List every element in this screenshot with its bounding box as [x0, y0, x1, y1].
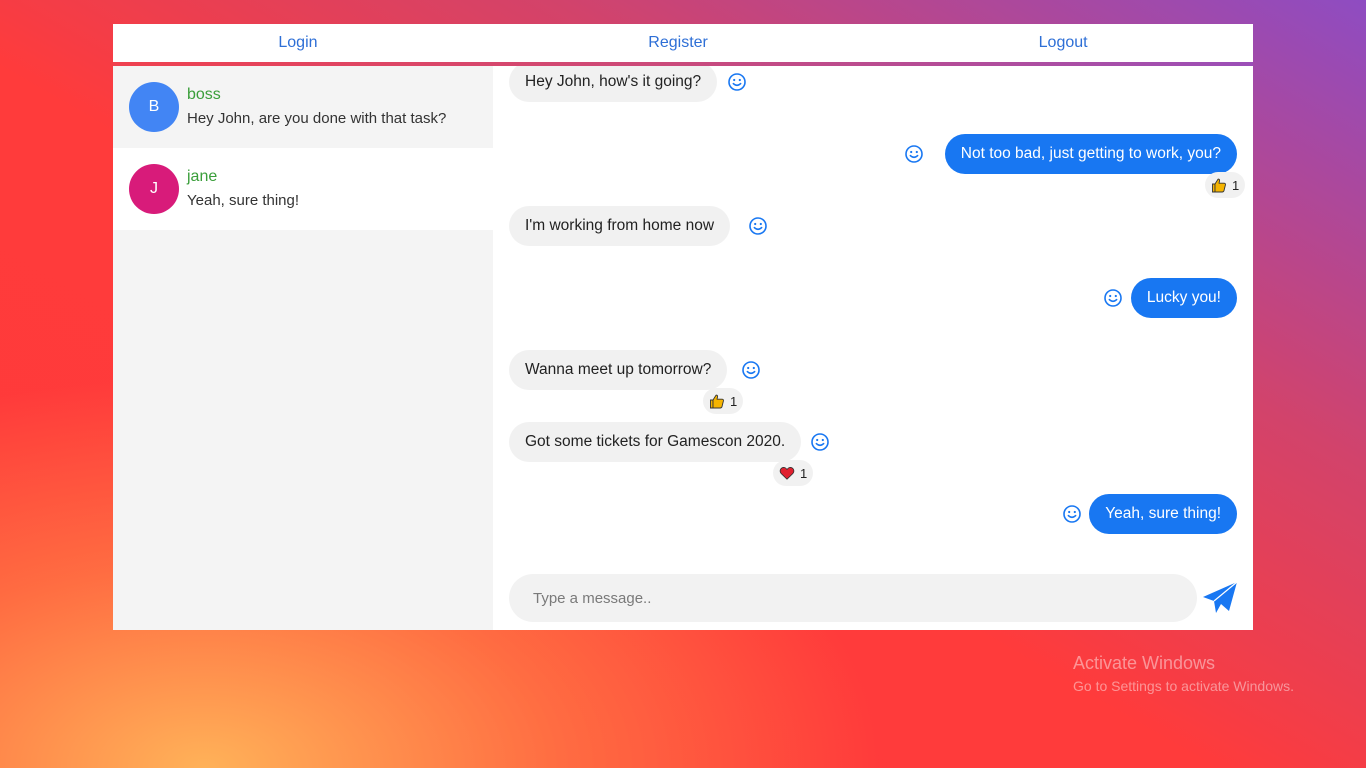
add-reaction-icon[interactable] — [810, 432, 830, 452]
message-bubble-outgoing: Lucky you! — [1130, 278, 1237, 318]
add-reaction-icon[interactable] — [748, 216, 768, 236]
contact-preview: Yeah, sure thing! — [187, 192, 300, 209]
message-bubble-incoming: Wanna meet up tomorrow? — [509, 350, 728, 390]
heart-icon — [779, 467, 795, 480]
reaction-badge[interactable]: 1 — [773, 460, 814, 486]
contact-item-jane[interactable]: J jane Yeah, sure thing! — [113, 148, 493, 230]
register-link[interactable]: Register — [648, 34, 708, 52]
reaction-count: 1 — [1232, 177, 1240, 193]
contact-name: boss — [187, 86, 221, 103]
add-reaction-icon[interactable] — [1103, 288, 1123, 308]
reaction-badge[interactable]: 1 — [1205, 172, 1246, 198]
reaction-count: 1 — [730, 393, 738, 409]
add-reaction-icon[interactable] — [1062, 504, 1082, 524]
contacts-sidebar: B boss Hey John, are you done with that … — [113, 66, 493, 630]
add-reaction-icon[interactable] — [727, 72, 747, 92]
watermark-subtitle: Go to Settings to activate Windows. — [1073, 678, 1294, 694]
avatar: J — [129, 164, 179, 214]
message-input[interactable] — [509, 574, 1197, 622]
thumbs-up-icon — [710, 394, 724, 409]
logout-link[interactable]: Logout — [1039, 34, 1088, 52]
watermark-title: Activate Windows — [1073, 653, 1216, 673]
contact-item-boss[interactable]: B boss Hey John, are you done with that … — [113, 66, 493, 148]
windows-activation-watermark: Activate Windows Go to Settings to activ… — [1073, 652, 1294, 696]
message-bubble-incoming: Hey John, how's it going? — [509, 66, 718, 102]
add-reaction-icon[interactable] — [904, 144, 924, 164]
reaction-count: 1 — [800, 465, 808, 481]
message-bubble-incoming: Got some tickets for Gamescon 2020. — [509, 422, 802, 462]
thumbs-up-icon — [1212, 178, 1226, 193]
chat-panel: Hey John, how's it going? Not too bad, j… — [493, 66, 1253, 630]
send-icon[interactable] — [1201, 578, 1241, 618]
avatar: B — [129, 82, 179, 132]
message-bubble-outgoing: Not too bad, just getting to work, you? — [944, 134, 1237, 174]
add-reaction-icon[interactable] — [741, 360, 761, 380]
chat-app: Login Register Logout B boss Hey John, a… — [113, 24, 1253, 630]
contact-name: jane — [187, 168, 218, 185]
message-bubble-incoming: I'm working from home now — [509, 206, 731, 246]
message-bubble-outgoing: Yeah, sure thing! — [1089, 494, 1237, 534]
top-nav: Login Register Logout — [113, 24, 1253, 66]
contact-preview: Hey John, are you done with that task? — [187, 110, 447, 127]
login-link[interactable]: Login — [278, 34, 317, 52]
reaction-badge[interactable]: 1 — [703, 388, 744, 414]
